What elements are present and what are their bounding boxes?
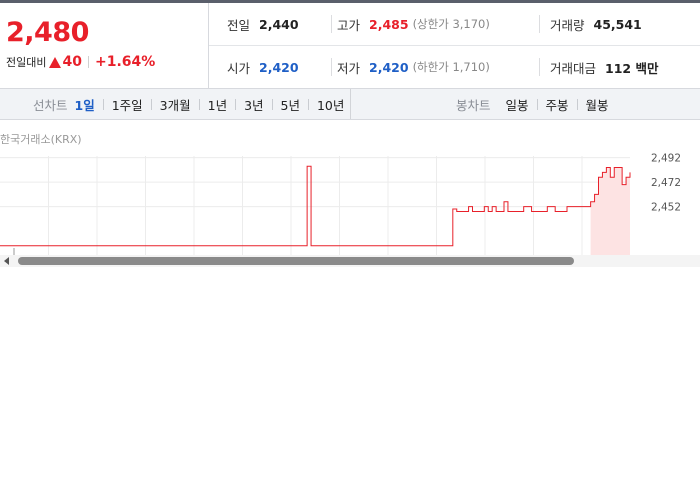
tab-1w[interactable]: 1주일 (111, 95, 144, 114)
tab-1y[interactable]: 1년 (207, 95, 228, 114)
prev-close: 전일 2,440 (227, 3, 299, 45)
divider (198, 98, 200, 110)
divider (87, 56, 89, 68)
prev-close-value: 2,440 (259, 16, 299, 32)
line-chart-tabs: 선차트 1일 1주일 3개월 1년 3년 5년 10년 (33, 89, 345, 119)
prev-close-label: 전일 (227, 17, 251, 33)
current-price: 2,480 (6, 17, 89, 48)
change-value: 40 (62, 54, 82, 70)
y-tick-label: 2,472 (651, 177, 681, 189)
amount-value: 112 백만 (605, 60, 659, 76)
tab-3y[interactable]: 3년 (243, 95, 264, 114)
open-price: 시가 2,420 (227, 46, 299, 88)
high-price: 고가 2,485 (상한가 3,170) (337, 3, 490, 45)
quote-row-2: 시가 2,420 저가 2,420 (하한가 1,710) 거래대금 112 백… (209, 46, 700, 88)
divider (536, 98, 538, 110)
divider (539, 58, 540, 76)
divider (271, 98, 273, 110)
trade-amount: 거래대금 112 백만 (550, 46, 658, 88)
upper-limit: (상한가 3,170) (412, 17, 490, 31)
change-percent: +1.64% (94, 54, 156, 70)
low-value: 2,420 (369, 59, 409, 75)
low-label: 저가 (337, 60, 361, 76)
tab-10y[interactable]: 10년 (316, 95, 345, 114)
high-label: 고가 (337, 17, 361, 33)
quote-row-1: 전일 2,440 고가 2,485 (상한가 3,170) 거래량 45,541 (209, 3, 700, 46)
amount-label: 거래대금 (550, 60, 597, 76)
volume-value: 45,541 (593, 16, 642, 32)
candle-chart-tabs: 봉차트 일봉 주봉 월봉 (456, 89, 610, 119)
tab-1d[interactable]: 1일 (74, 95, 96, 114)
tab-weekly[interactable]: 주봉 (545, 95, 570, 114)
divider (150, 98, 152, 110)
quote-panel: 2,480 전일대비 40 +1.64% 전일 2,440 고가 2,485 (… (0, 3, 700, 89)
chart-scrollbar-thumb[interactable] (18, 257, 574, 265)
price-chart-svg: 2,492 2,472 2,452 (0, 153, 681, 258)
candle-chart-title: 봉차트 (456, 97, 491, 113)
divider (331, 58, 332, 76)
divider (539, 15, 540, 33)
price-area-fill (590, 167, 630, 258)
divider (235, 98, 237, 110)
scroll-left-icon[interactable] (4, 257, 9, 265)
y-tick-label: 2,452 (651, 202, 681, 214)
open-value: 2,420 (259, 59, 299, 75)
divider (307, 98, 309, 110)
divider (331, 15, 332, 33)
price-line (0, 165, 631, 247)
lower-limit: (하한가 1,710) (412, 60, 490, 74)
divider (576, 98, 578, 110)
volume: 거래량 45,541 (550, 3, 642, 45)
up-triangle-icon (49, 56, 62, 68)
chart-tab-bar: 선차트 1일 1주일 3개월 1년 3년 5년 10년 봉차트 일봉 주봉 월봉 (0, 89, 700, 120)
divider (102, 98, 104, 110)
data-source: 한국거래소(KRX) (0, 133, 82, 146)
change-label: 전일대비 (6, 56, 47, 69)
y-tick-label: 2,492 (651, 153, 681, 165)
tab-5y[interactable]: 5년 (280, 95, 301, 114)
tab-3m[interactable]: 3개월 (159, 95, 192, 114)
price-box: 2,480 전일대비 40 +1.64% (0, 3, 209, 88)
divider (350, 89, 351, 119)
tab-daily[interactable]: 일봉 (505, 95, 530, 114)
line-chart-title: 선차트 (33, 97, 68, 113)
high-value: 2,485 (369, 16, 409, 32)
volume-label: 거래량 (550, 17, 585, 33)
tab-monthly[interactable]: 월봉 (585, 95, 610, 114)
low-price: 저가 2,420 (하한가 1,710) (337, 46, 490, 88)
open-label: 시가 (227, 60, 251, 76)
price-chart: 2,492 2,472 2,452 (0, 150, 700, 258)
price-change: 전일대비 40 +1.64% (6, 54, 155, 70)
